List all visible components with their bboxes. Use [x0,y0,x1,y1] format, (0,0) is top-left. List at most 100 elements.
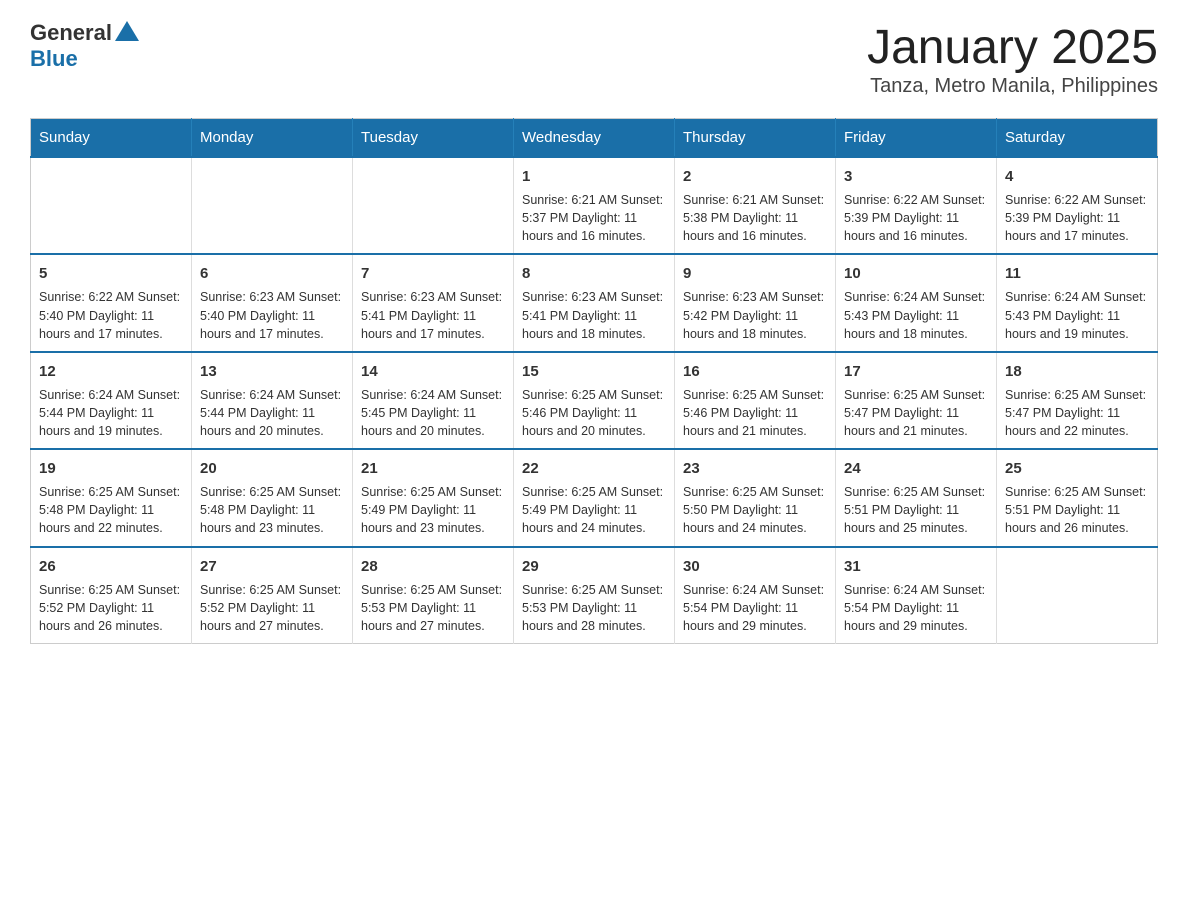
calendar-cell: 31 Sunrise: 6:24 AM Sunset: 5:54 PM Dayli… [836,547,997,644]
day-info: Sunrise: 6:25 AM Sunset: 5:48 PM Dayligh… [39,483,183,537]
calendar-cell: 4Sunrise: 6:22 AM Sunset: 5:39 PM Daylig… [997,157,1158,254]
weekday-header-friday: Friday [836,119,997,158]
calendar-cell: 23 Sunrise: 6:25 AM Sunset: 5:50 PM Dayli… [675,449,836,546]
calendar-cell: 10 Sunrise: 6:24 AM Sunset: 5:43 PM Dayli… [836,254,997,351]
day-info: Sunrise: 6:21 AM Sunset: 5:38 PM Dayligh… [683,191,827,245]
title-area: January 2025 Tanza, Metro Manila, Philip… [867,20,1158,98]
day-info: Sunrise: 6:25 AM Sunset: 5:49 PM Dayligh… [361,483,505,537]
calendar-cell: 15 Sunrise: 6:25 AM Sunset: 5:46 PM Dayli… [514,352,675,449]
weekday-header-tuesday: Tuesday [353,119,514,158]
day-number: 25 [1005,458,1149,479]
day-number: 22 [522,458,666,479]
day-info: Sunrise: 6:25 AM Sunset: 5:49 PM Dayligh… [522,483,666,537]
calendar-week-row: 19 Sunrise: 6:25 AM Sunset: 5:48 PM Dayli… [31,449,1158,546]
day-number: 12 [39,361,183,382]
calendar-cell: 13Sunrise: 6:24 AM Sunset: 5:44 PM Dayli… [192,352,353,449]
day-info: Sunrise: 6:24 AM Sunset: 5:54 PM Dayligh… [844,581,988,635]
calendar-cell: 26Sunrise: 6:25 AM Sunset: 5:52 PM Dayli… [31,547,192,644]
calendar-week-row: 12 Sunrise: 6:24 AM Sunset: 5:44 PM Dayli… [31,352,1158,449]
day-info: Sunrise: 6:25 AM Sunset: 5:46 PM Dayligh… [522,386,666,440]
day-info: Sunrise: 6:24 AM Sunset: 5:43 PM Dayligh… [844,288,988,342]
calendar-week-row: 26Sunrise: 6:25 AM Sunset: 5:52 PM Dayli… [31,547,1158,644]
calendar-cell: 30Sunrise: 6:24 AM Sunset: 5:54 PM Dayli… [675,547,836,644]
day-info: Sunrise: 6:23 AM Sunset: 5:41 PM Dayligh… [361,288,505,342]
day-info: Sunrise: 6:22 AM Sunset: 5:39 PM Dayligh… [1005,191,1149,245]
weekday-header-monday: Monday [192,119,353,158]
calendar-cell [31,157,192,254]
day-info: Sunrise: 6:24 AM Sunset: 5:44 PM Dayligh… [200,386,344,440]
day-info: Sunrise: 6:25 AM Sunset: 5:47 PM Dayligh… [1005,386,1149,440]
day-info: Sunrise: 6:25 AM Sunset: 5:53 PM Dayligh… [522,581,666,635]
calendar-cell [353,157,514,254]
calendar-cell: 5Sunrise: 6:22 AM Sunset: 5:40 PM Daylig… [31,254,192,351]
day-info: Sunrise: 6:25 AM Sunset: 5:46 PM Dayligh… [683,386,827,440]
calendar-cell: 20 Sunrise: 6:25 AM Sunset: 5:48 PM Dayli… [192,449,353,546]
day-info: Sunrise: 6:25 AM Sunset: 5:50 PM Dayligh… [683,483,827,537]
day-number: 6 [200,263,344,284]
day-info: Sunrise: 6:24 AM Sunset: 5:54 PM Dayligh… [683,581,827,635]
calendar-cell: 24 Sunrise: 6:25 AM Sunset: 5:51 PM Dayli… [836,449,997,546]
calendar-cell: 14Sunrise: 6:24 AM Sunset: 5:45 PM Dayli… [353,352,514,449]
weekday-header-saturday: Saturday [997,119,1158,158]
calendar-cell: 22 Sunrise: 6:25 AM Sunset: 5:49 PM Dayli… [514,449,675,546]
calendar-cell: 1 Sunrise: 6:21 AM Sunset: 5:37 PM Daylig… [514,157,675,254]
calendar-cell: 25 Sunrise: 6:25 AM Sunset: 5:51 PM Dayli… [997,449,1158,546]
calendar-cell: 21 Sunrise: 6:25 AM Sunset: 5:49 PM Dayli… [353,449,514,546]
calendar-cell: 19 Sunrise: 6:25 AM Sunset: 5:48 PM Dayli… [31,449,192,546]
day-number: 9 [683,263,827,284]
day-number: 29 [522,556,666,577]
page-header: General Blue January 2025 Tanza, Metro M… [30,20,1158,98]
day-number: 15 [522,361,666,382]
weekday-header-sunday: Sunday [31,119,192,158]
logo-triangle-icon [115,21,139,41]
day-number: 19 [39,458,183,479]
calendar-table: SundayMondayTuesdayWednesdayThursdayFrid… [30,118,1158,644]
day-info: Sunrise: 6:24 AM Sunset: 5:44 PM Dayligh… [39,386,183,440]
calendar-cell: 2 Sunrise: 6:21 AM Sunset: 5:38 PM Daylig… [675,157,836,254]
calendar-header-row: SundayMondayTuesdayWednesdayThursdayFrid… [31,119,1158,158]
calendar-cell: 18 Sunrise: 6:25 AM Sunset: 5:47 PM Dayli… [997,352,1158,449]
day-info: Sunrise: 6:23 AM Sunset: 5:41 PM Dayligh… [522,288,666,342]
calendar-cell: 8 Sunrise: 6:23 AM Sunset: 5:41 PM Daylig… [514,254,675,351]
day-number: 20 [200,458,344,479]
calendar-cell: 27 Sunrise: 6:25 AM Sunset: 5:52 PM Dayli… [192,547,353,644]
calendar-cell: 12 Sunrise: 6:24 AM Sunset: 5:44 PM Dayli… [31,352,192,449]
calendar-cell: 9 Sunrise: 6:23 AM Sunset: 5:42 PM Daylig… [675,254,836,351]
day-info: Sunrise: 6:23 AM Sunset: 5:42 PM Dayligh… [683,288,827,342]
day-number: 17 [844,361,988,382]
day-info: Sunrise: 6:22 AM Sunset: 5:39 PM Dayligh… [844,191,988,245]
calendar-cell [192,157,353,254]
weekday-header-thursday: Thursday [675,119,836,158]
day-number: 23 [683,458,827,479]
day-info: Sunrise: 6:25 AM Sunset: 5:48 PM Dayligh… [200,483,344,537]
day-number: 31 [844,556,988,577]
day-info: Sunrise: 6:23 AM Sunset: 5:40 PM Dayligh… [200,288,344,342]
day-info: Sunrise: 6:25 AM Sunset: 5:51 PM Dayligh… [844,483,988,537]
day-info: Sunrise: 6:25 AM Sunset: 5:51 PM Dayligh… [1005,483,1149,537]
day-number: 3 [844,166,988,187]
calendar-cell: 17Sunrise: 6:25 AM Sunset: 5:47 PM Dayli… [836,352,997,449]
day-info: Sunrise: 6:25 AM Sunset: 5:52 PM Dayligh… [39,581,183,635]
page-subtitle: Tanza, Metro Manila, Philippines [867,75,1158,98]
day-number: 2 [683,166,827,187]
day-number: 8 [522,263,666,284]
day-number: 27 [200,556,344,577]
day-info: Sunrise: 6:25 AM Sunset: 5:53 PM Dayligh… [361,581,505,635]
calendar-cell [997,547,1158,644]
day-number: 21 [361,458,505,479]
day-number: 1 [522,166,666,187]
calendar-cell: 6 Sunrise: 6:23 AM Sunset: 5:40 PM Daylig… [192,254,353,351]
day-info: Sunrise: 6:21 AM Sunset: 5:37 PM Dayligh… [522,191,666,245]
day-number: 5 [39,263,183,284]
logo: General Blue [30,20,139,72]
day-number: 24 [844,458,988,479]
calendar-cell: 16Sunrise: 6:25 AM Sunset: 5:46 PM Dayli… [675,352,836,449]
day-number: 18 [1005,361,1149,382]
day-number: 28 [361,556,505,577]
calendar-cell: 29 Sunrise: 6:25 AM Sunset: 5:53 PM Dayli… [514,547,675,644]
calendar-cell: 28 Sunrise: 6:25 AM Sunset: 5:53 PM Dayli… [353,547,514,644]
calendar-cell: 3 Sunrise: 6:22 AM Sunset: 5:39 PM Daylig… [836,157,997,254]
day-info: Sunrise: 6:25 AM Sunset: 5:52 PM Dayligh… [200,581,344,635]
day-number: 11 [1005,263,1149,284]
day-number: 10 [844,263,988,284]
